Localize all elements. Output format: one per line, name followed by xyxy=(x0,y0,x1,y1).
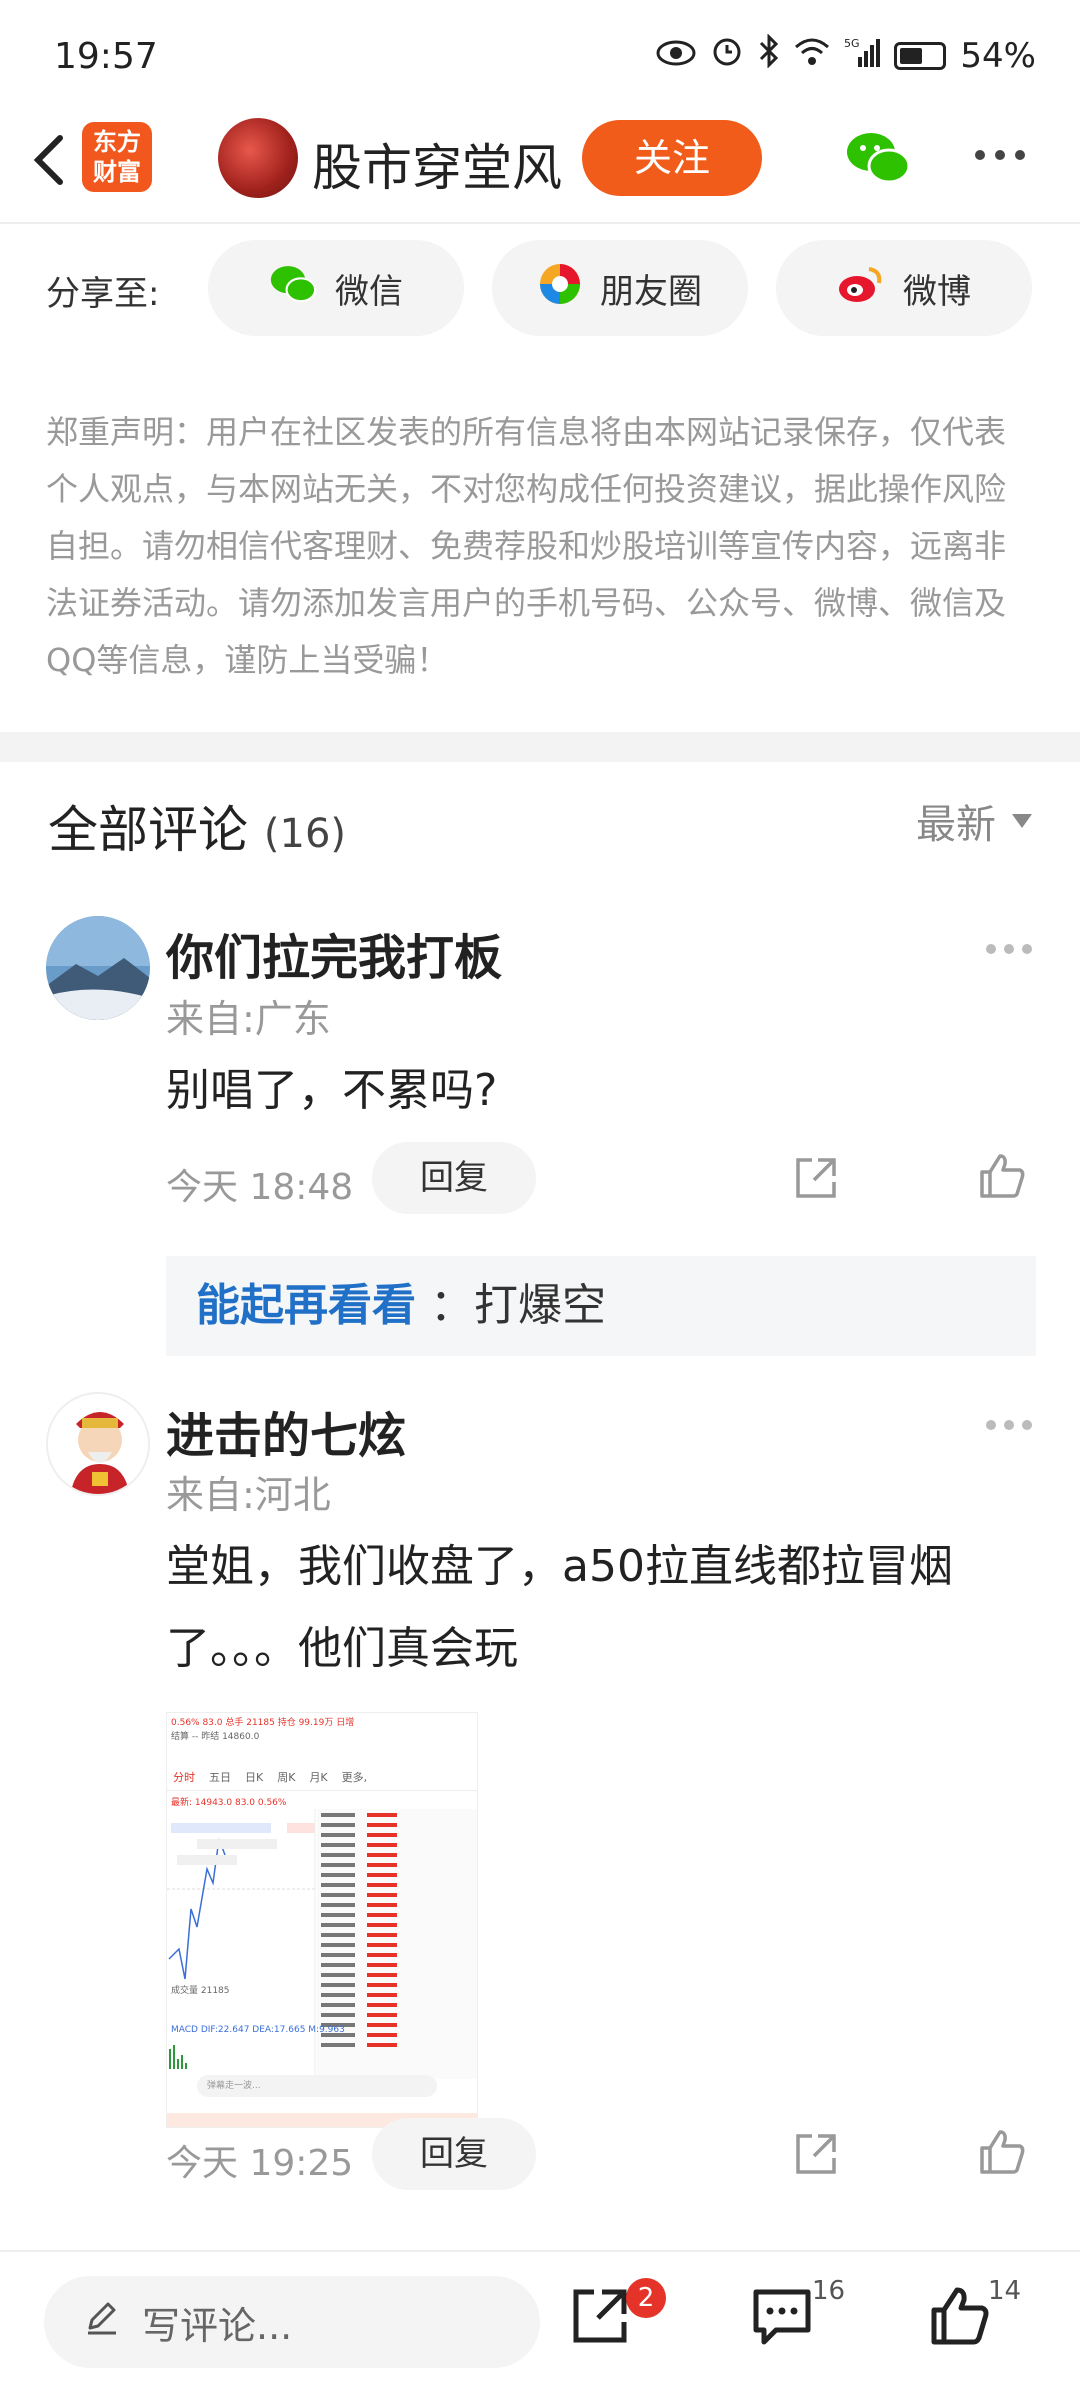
logo-line-1: 东方 xyxy=(93,128,141,156)
thumb-tabs: 分时 五日 日K 周K 月K 更多, xyxy=(167,1769,477,1791)
disclaimer-notice: 郑重声明：用户在社区发表的所有信息将由本网站记录保存，仅代表个人观点，与本网站无… xyxy=(46,413,1007,679)
bluetooth-icon xyxy=(758,33,780,77)
comment-more-icon[interactable] xyxy=(986,1420,1032,1430)
battery-level: 54% xyxy=(960,35,1036,76)
comment-count: 16 xyxy=(812,2276,846,2306)
comment-time: 今天 18:48 xyxy=(166,1167,354,1208)
like-icon[interactable] xyxy=(978,2128,1026,2176)
comments-heading: 全部评论 (16) xyxy=(48,790,346,862)
share-count-badge: 2 xyxy=(626,2278,666,2318)
thumb-volume: 成交量 21185 xyxy=(171,1986,230,1996)
commenter-location: 来自:广东 xyxy=(166,997,331,1041)
commenter-name[interactable]: 进击的七炫 xyxy=(166,1396,406,1466)
alarm-icon xyxy=(710,34,744,77)
back-arrow-icon[interactable] xyxy=(22,130,82,190)
share-weibo-button[interactable]: 微博 xyxy=(776,240,1032,336)
comment-icon[interactable] xyxy=(752,2286,812,2346)
section-separator xyxy=(0,732,1080,762)
chevron-down-icon xyxy=(1012,814,1032,828)
comment-more-icon[interactable] xyxy=(986,944,1032,954)
commenter-name[interactable]: 你们拉完我打板 xyxy=(166,918,502,988)
signal-icon: 5G xyxy=(844,36,881,76)
share-icon[interactable] xyxy=(794,2132,838,2176)
nested-reply-author[interactable]: 能起再看看 xyxy=(196,1280,416,1331)
thumb-danmu-input: 弹幕走一波... xyxy=(197,2075,437,2097)
like-icon[interactable] xyxy=(930,2286,990,2346)
author-name[interactable]: 股市穿堂风 xyxy=(312,128,562,200)
comment-text: 别唱了，不累吗? xyxy=(166,1065,498,1116)
wechat-icon xyxy=(269,264,317,313)
more-icon[interactable] xyxy=(970,140,1030,170)
pencil-icon xyxy=(84,2300,120,2345)
logo-line-2: 财富 xyxy=(93,158,141,186)
comment-text: 堂姐，我们收盘了，a50拉直线都拉冒烟了。。。他们真会玩 xyxy=(166,1541,953,1674)
follow-button[interactable]: 关注 xyxy=(582,120,762,196)
sort-label: 最新 xyxy=(916,802,996,848)
thumb-tab: 五日 xyxy=(209,1771,231,1784)
thumb-tab: 月K xyxy=(309,1771,328,1784)
nested-reply-text: ：打爆空 xyxy=(430,1280,606,1331)
comment-image[interactable]: 0.56% 83.0 总手 21185 持仓 99.19万 日增 结算 -- 昨… xyxy=(166,1712,478,2128)
moments-icon xyxy=(538,262,582,315)
author-avatar[interactable] xyxy=(218,118,298,198)
weibo-icon xyxy=(837,263,885,314)
comments-count: (16) xyxy=(263,811,347,857)
write-comment-placeholder: 写评论... xyxy=(142,2303,293,2348)
like-count: 14 xyxy=(988,2276,1022,2306)
battery-icon xyxy=(894,41,947,70)
share-wechat-button[interactable]: 微信 xyxy=(208,240,464,336)
share-moments-button[interactable]: 朋友圈 xyxy=(492,240,748,336)
share-icon[interactable] xyxy=(794,1156,838,1200)
app-logo[interactable]: 东方 财富 xyxy=(82,122,152,192)
reply-button[interactable]: 回复 xyxy=(372,2118,536,2190)
commenter-avatar[interactable] xyxy=(46,1392,150,1496)
thumb-line-2: 结算 -- 昨结 14860.0 xyxy=(171,1732,260,1742)
status-icons: 5G 54% xyxy=(656,33,1036,77)
wifi-icon xyxy=(794,36,830,76)
like-icon[interactable] xyxy=(978,1152,1026,1200)
commenter-avatar[interactable] xyxy=(46,916,150,1020)
status-time: 19:57 xyxy=(54,36,158,77)
header-divider xyxy=(0,222,1080,224)
thumb-tab: 日K xyxy=(245,1771,264,1784)
thumb-price: 最新: 14943.0 83.0 0.56% xyxy=(171,1798,287,1808)
thumb-tab: 分时 xyxy=(173,1771,195,1784)
commenter-location: 来自:河北 xyxy=(166,1473,331,1517)
eye-icon xyxy=(656,36,696,76)
wechat-icon[interactable] xyxy=(845,130,911,186)
comment-time: 今天 19:25 xyxy=(166,2143,354,2184)
write-comment-input[interactable]: 写评论... xyxy=(44,2276,540,2368)
share-weibo-label: 微博 xyxy=(903,271,971,312)
share-label: 分享至: xyxy=(46,274,160,314)
thumb-tab: 更多, xyxy=(341,1771,368,1784)
share-wechat-label: 微信 xyxy=(335,271,403,312)
reply-button[interactable]: 回复 xyxy=(372,1142,536,1214)
share-moments-label: 朋友圈 xyxy=(600,271,702,312)
thumb-line-1: 0.56% 83.0 总手 21185 持仓 99.19万 日增 xyxy=(171,1718,355,1728)
bottom-action-bar: 写评论... 2 16 14 xyxy=(0,2250,1080,2388)
nested-reply[interactable]: 能起再看看 ：打爆空 xyxy=(166,1256,1036,1356)
status-bar: 19:57 5G 54% xyxy=(0,0,1080,100)
sort-dropdown[interactable]: 最新 xyxy=(916,792,1032,850)
top-header: 东方 财富 股市穿堂风 关注 xyxy=(0,110,1080,210)
thumb-tab: 周K xyxy=(277,1771,296,1784)
comments-title: 全部评论 xyxy=(48,801,248,859)
thumb-indicator: MACD DIF:22.647 DEA:17.665 M:9.963 xyxy=(171,2025,345,2035)
share-icon[interactable] xyxy=(570,2286,630,2346)
svg-text:5G: 5G xyxy=(844,37,860,50)
